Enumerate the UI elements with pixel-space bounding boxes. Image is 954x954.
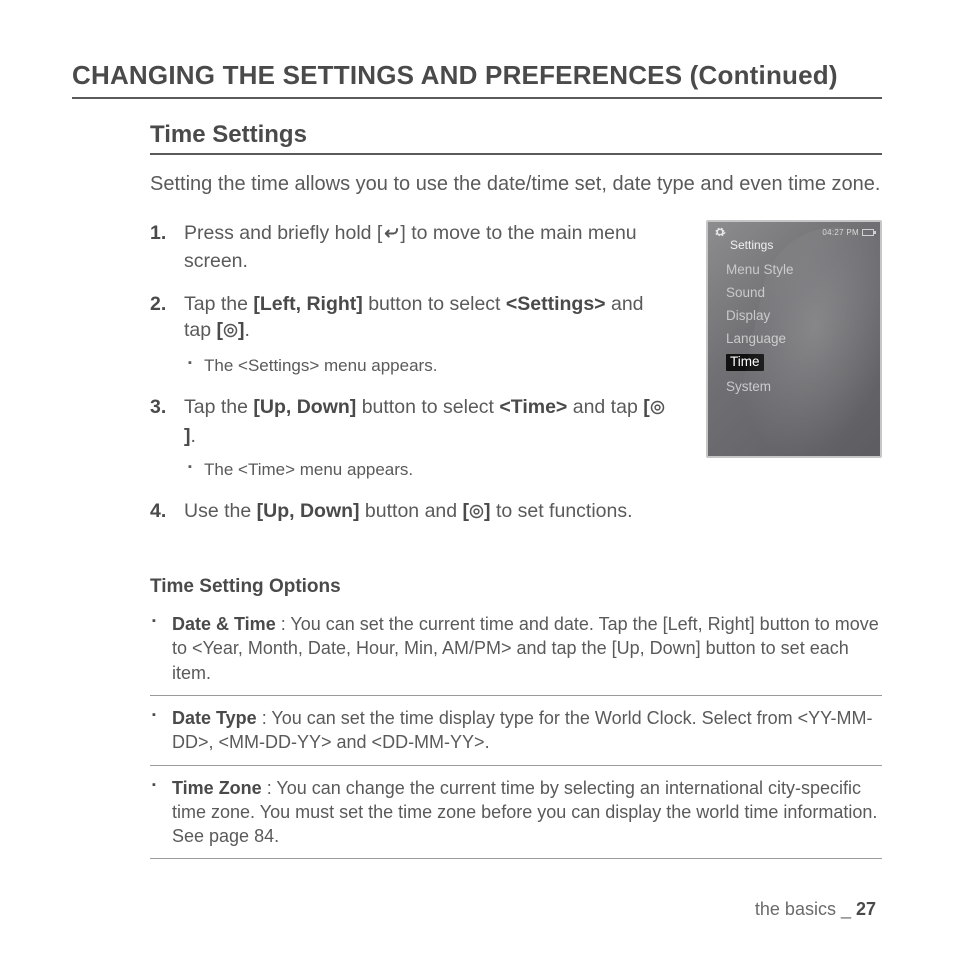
steps-block: 04:27 PM Settings Menu Style Sound Displ… [150,220,882,526]
step-2: 2. Tap the [Left, Right] button to selec… [150,291,670,379]
select-icon [469,500,484,526]
option-time-zone: Time Zone : You can change the current t… [150,776,882,860]
step-1: 1. Press and briefly hold [] to move to … [150,220,670,275]
back-icon [382,222,400,248]
device-menu-item: System [726,375,880,398]
section-title: Time Settings [150,121,882,155]
options-list: Date & Time : You can set the current ti… [150,612,882,859]
device-menu-item: Menu Style [726,258,880,281]
option-label: Date & Time [172,614,276,634]
step-sub: The <Time> menu appears. [188,459,670,482]
step-text: Tap the [184,396,253,418]
step-text: button to select [363,293,506,315]
page-footer: the basics _ 27 [755,899,876,920]
content-area: Time Settings Setting the time allows yo… [150,121,882,859]
step-number: 3. [150,394,166,420]
option-label: Time Zone [172,778,262,798]
step-text: to set functions. [491,500,633,522]
steps-list: 1. Press and briefly hold [] to move to … [150,220,670,526]
option-label: Date Type [172,708,257,728]
device-screenshot: 04:27 PM Settings Menu Style Sound Displ… [706,220,882,458]
step-4: 4. Use the [Up, Down] button and [] to s… [150,498,670,526]
option-date-type: Date Type : You can set the time display… [150,706,882,766]
step-text: and tap [567,396,643,418]
device-menu-item: Display [726,304,880,327]
step-bold: [Up, Down] [253,396,356,418]
device-menu: Menu Style Sound Display Language Time S… [708,258,880,398]
select-icon [223,319,238,345]
step-bold: <Time> [499,396,567,418]
intro-text: Setting the time allows you to use the d… [150,171,882,198]
option-desc: : You can set the current time and date.… [172,614,879,683]
step-sub: The <Settings> menu appears. [188,355,670,378]
device-clock: 04:27 PM [822,227,874,237]
step-text: Tap the [184,293,253,315]
step-text: button to select [356,396,499,418]
device-menu-item: Language [726,327,880,350]
option-desc: : You can set the time display type for … [172,708,872,752]
options-title: Time Setting Options [150,576,882,598]
select-icon [650,396,665,422]
step-text: . [191,425,196,447]
page-number: 27 [856,899,876,919]
step-bold: <Settings> [506,293,606,315]
battery-icon [862,229,874,236]
step-3: 3. Tap the [Up, Down] button to select <… [150,394,670,482]
step-text: . [245,319,250,341]
step-text: Press and briefly hold [ [184,222,382,244]
device-menu-item: Sound [726,281,880,304]
page-title: CHANGING THE SETTINGS AND PREFERENCES (C… [72,60,882,99]
gear-icon [714,226,726,238]
step-number: 2. [150,291,166,317]
step-text: button and [360,500,463,522]
footer-section: the basics [755,899,836,919]
footer-sep: _ [836,899,856,919]
step-bold: [Left, Right] [253,293,362,315]
device-title: Settings [708,238,880,258]
step-bold: [Up, Down] [257,500,360,522]
option-desc: : You can change the current time by sel… [172,778,877,847]
step-text: Use the [184,500,257,522]
step-number: 4. [150,498,166,524]
step-number: 1. [150,220,166,246]
device-menu-item-selected: Time [726,350,880,375]
option-date-time: Date & Time : You can set the current ti… [150,612,882,696]
